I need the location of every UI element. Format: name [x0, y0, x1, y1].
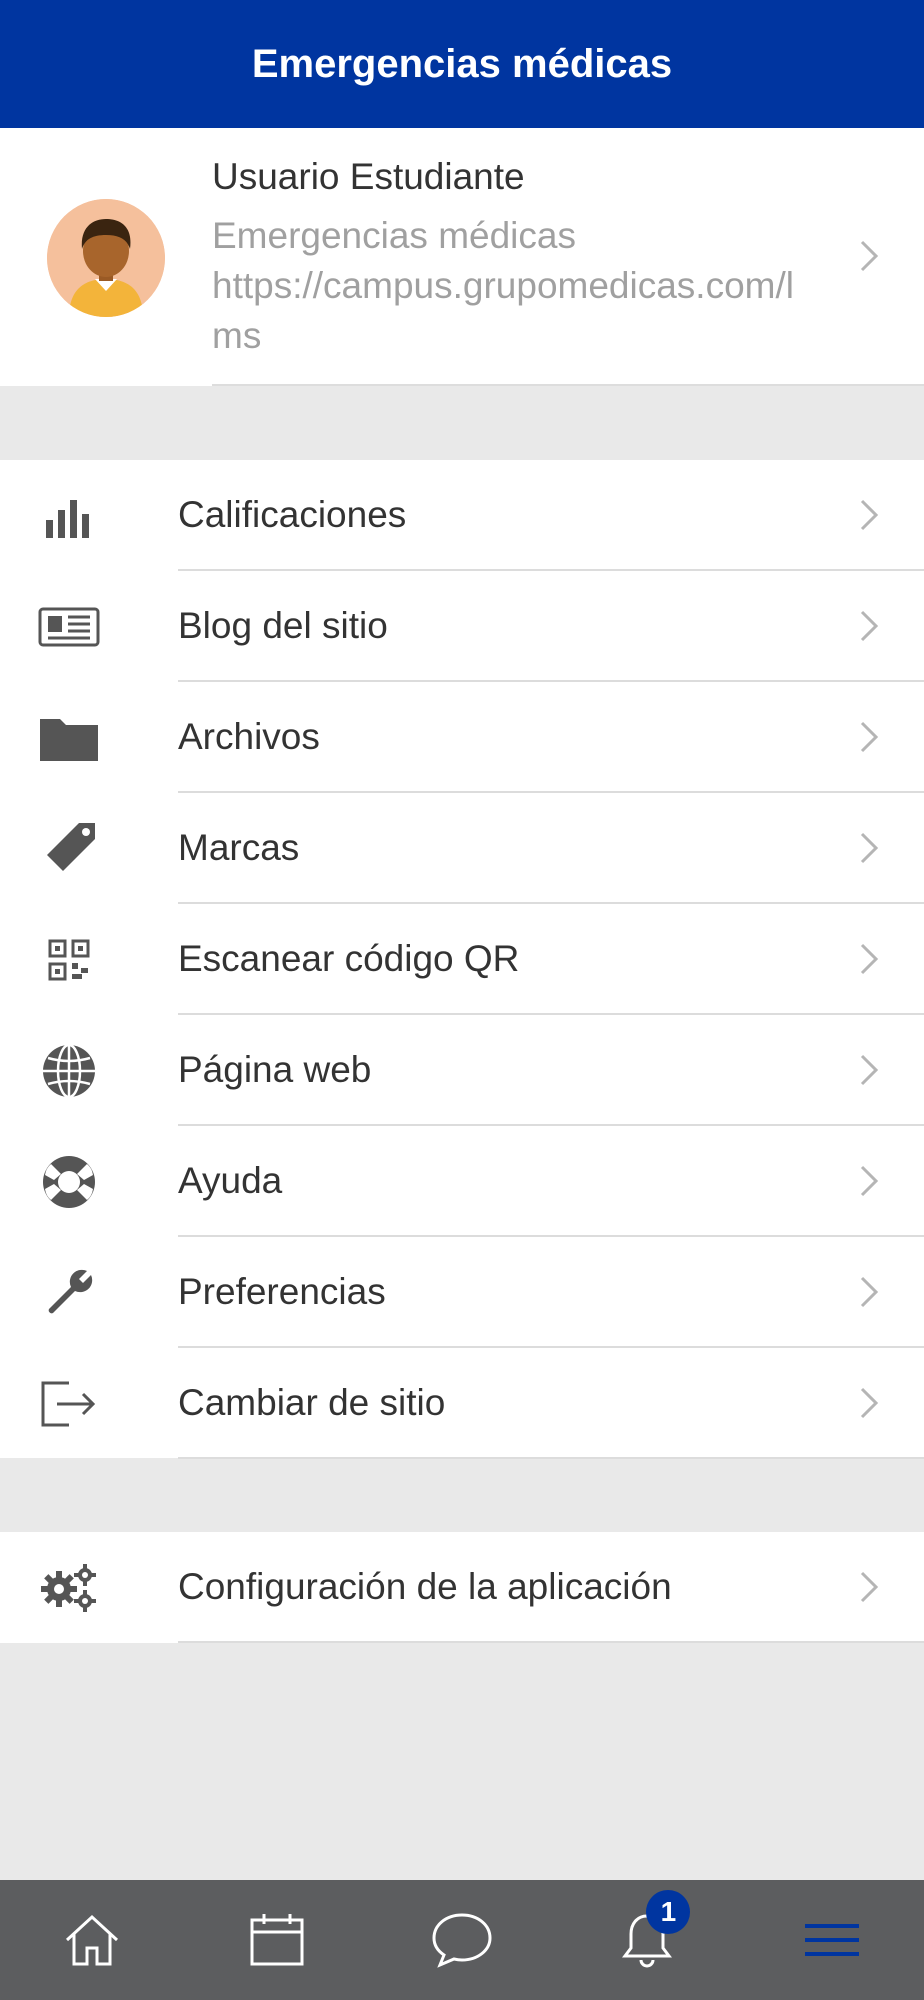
avatar: [47, 199, 165, 317]
folder-icon: [36, 708, 102, 768]
chevron-right-icon: [860, 1165, 879, 1197]
menu-item-label: Blog del sitio: [178, 604, 388, 646]
menu-item-label: Ayuda: [178, 1159, 283, 1201]
globe-icon: [36, 1041, 102, 1101]
chevron-right-icon: [860, 499, 879, 531]
menu-item-pagina-web[interactable]: Página web: [0, 1015, 924, 1126]
menu-item-blog[interactable]: Blog del sitio: [0, 571, 924, 682]
bar-chart-icon: [36, 486, 102, 546]
tab-calendar[interactable]: [185, 1880, 370, 2000]
menu-item-qr[interactable]: Escanear código QR: [0, 904, 924, 1015]
menu-item-label: Cambiar de sitio: [178, 1381, 446, 1423]
menu-icon: [804, 1924, 859, 1956]
tab-messages[interactable]: [370, 1880, 555, 2000]
wrench-icon: [36, 1263, 102, 1323]
app-header: Emergencias médicas: [0, 0, 924, 128]
divider: [178, 1641, 924, 1643]
chevron-right-icon: [860, 832, 879, 864]
life-ring-icon: [36, 1152, 102, 1212]
profile-site-url: https://campus.grupomedicas.com/lms: [212, 265, 794, 356]
sign-out-icon: [36, 1374, 102, 1434]
menu-item-label: Calificaciones: [178, 493, 407, 535]
menu-item-label: Preferencias: [178, 1270, 386, 1312]
chevron-right-icon: [860, 1571, 879, 1603]
menu-item-label: Página web: [178, 1048, 372, 1090]
menu-item-label: Configuración de la aplicación: [178, 1565, 672, 1607]
chevron-right-icon: [860, 610, 879, 642]
menu-item-calificaciones[interactable]: Calificaciones: [0, 460, 924, 571]
tab-notifications[interactable]: 1: [554, 1880, 739, 2000]
chevron-right-icon: [860, 240, 879, 272]
chevron-right-icon: [860, 721, 879, 753]
menu-item-preferencias[interactable]: Preferencias: [0, 1237, 924, 1348]
tab-home[interactable]: [0, 1880, 185, 2000]
menu-item-cambiar-sitio[interactable]: Cambiar de sitio: [0, 1348, 924, 1459]
menu-item-configuracion[interactable]: Configuración de la aplicación: [0, 1532, 924, 1643]
tag-icon: [36, 819, 102, 879]
profile-name: Usuario Estudiante: [212, 156, 525, 197]
newspaper-icon: [36, 597, 102, 657]
chevron-right-icon: [860, 943, 879, 975]
chevron-right-icon: [860, 1054, 879, 1086]
user-profile-card[interactable]: Usuario Estudiante Emergencias médicas h…: [0, 128, 924, 386]
menu-item-marcas[interactable]: Marcas: [0, 793, 924, 904]
chevron-right-icon: [860, 1387, 879, 1419]
chevron-right-icon: [860, 1276, 879, 1308]
qr-code-icon: [36, 930, 102, 990]
profile-site-info: Emergencias médicas https://campus.grupo…: [212, 211, 822, 361]
bottom-tab-bar: 1: [0, 1880, 924, 2000]
gears-icon: [36, 1558, 102, 1618]
main-menu: Calificaciones Blog del sitio Archivos M…: [0, 460, 924, 1459]
menu-item-archivos[interactable]: Archivos: [0, 682, 924, 793]
chat-icon: [432, 1913, 492, 1968]
menu-item-label: Marcas: [178, 826, 300, 868]
calendar-icon: [250, 1914, 304, 1966]
divider: [212, 384, 924, 386]
menu-item-ayuda[interactable]: Ayuda: [0, 1126, 924, 1237]
settings-section: Configuración de la aplicación: [0, 1532, 924, 1643]
tab-more[interactable]: [739, 1880, 924, 2000]
divider: [178, 1457, 924, 1459]
profile-site-name: Emergencias médicas: [212, 215, 576, 256]
notification-badge: 1: [646, 1890, 691, 1934]
menu-item-label: Archivos: [178, 715, 320, 757]
menu-item-label: Escanear código QR: [178, 937, 520, 979]
page-title: Emergencias médicas: [251, 41, 673, 86]
home-icon: [66, 1914, 119, 1966]
